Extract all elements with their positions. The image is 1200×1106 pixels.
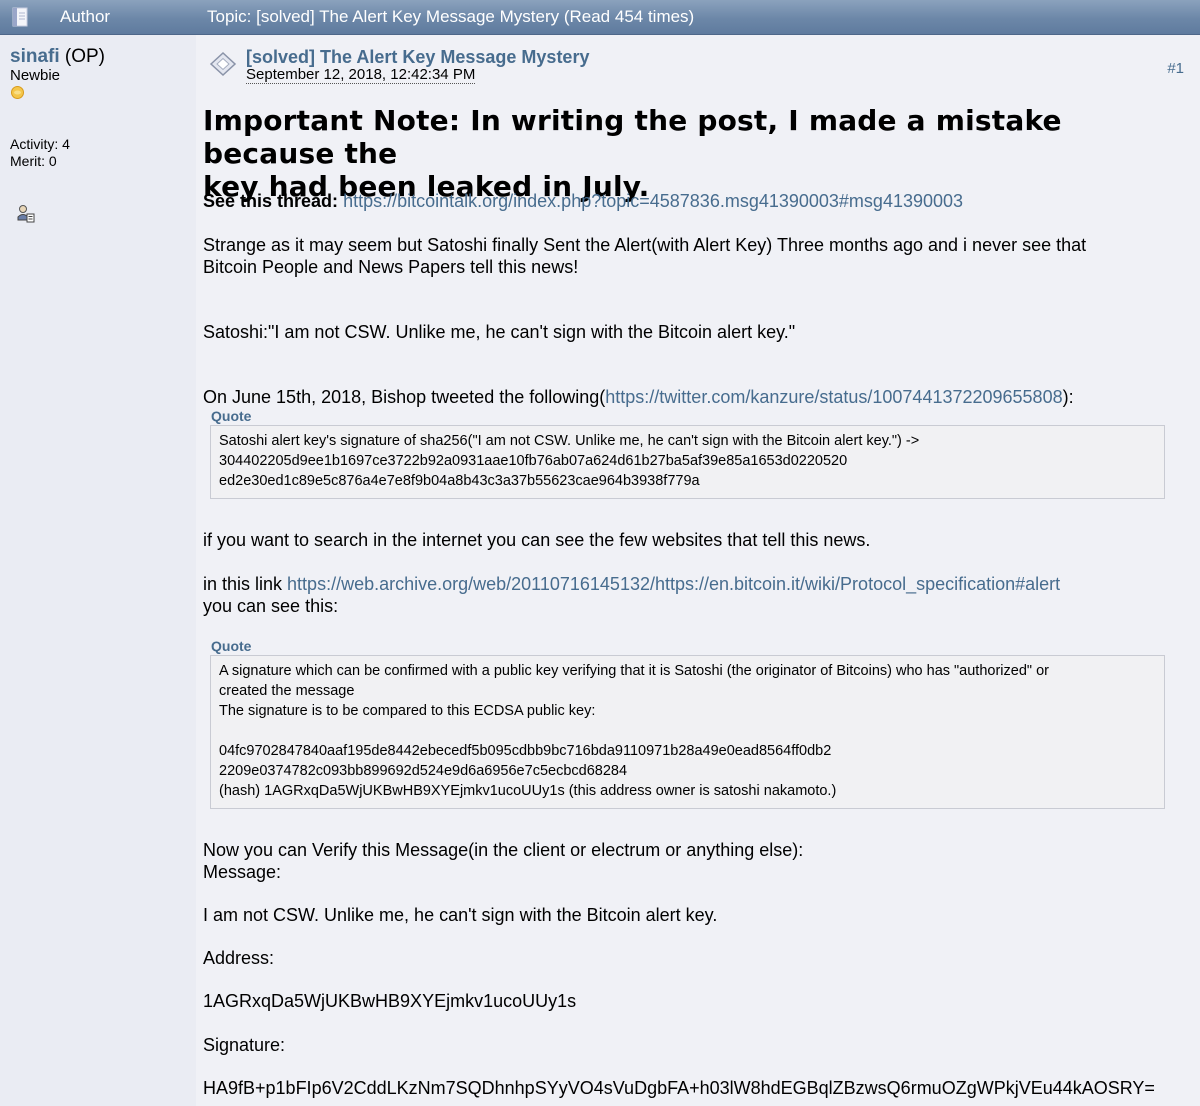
search-paragraph: if you want to search in the internet yo… xyxy=(203,530,871,550)
twitter-link[interactable]: https://twitter.com/kanzure/status/10074… xyxy=(605,387,1062,407)
archive-link-line: in this link https://web.archive.org/web… xyxy=(203,573,1060,595)
link-prefix: in this link xyxy=(203,574,288,594)
view-profile-icon[interactable] xyxy=(16,204,36,224)
bishop-tweet-line: On June 15th, 2018, Bishop tweeted the f… xyxy=(203,386,1074,408)
post-subject-link[interactable]: [solved] The Alert Key Message Mystery xyxy=(246,47,589,68)
quote-line: 04fc9702847840aaf195de8442ebecedf5b095cd… xyxy=(219,743,832,759)
poster-merit: Merit: 0 xyxy=(10,153,57,169)
post-number-link[interactable]: #1 xyxy=(1167,60,1184,77)
see-thread-line: See this thread: https://bitcointalk.org… xyxy=(203,190,963,212)
quote-line: A signature which can be confirmed with … xyxy=(219,663,1049,679)
quote-line: 2209e0374782c093bb899692d524e9d6a6956e7c… xyxy=(219,763,628,779)
quote-box: A signature which can be confirmed with … xyxy=(210,655,1165,809)
bishop-prefix: On June 15th, 2018, Bishop tweeted the f… xyxy=(203,387,606,407)
author-column-label: Author xyxy=(60,7,111,26)
poster-name-line: sinafi (OP) xyxy=(10,46,105,68)
address-value: 1AGRxqDa5WjUKBwHB9XYEjmkv1ucoUUy1s xyxy=(203,991,577,1011)
post-message-icon xyxy=(209,51,237,77)
rank-coin-icon xyxy=(11,86,24,99)
important-note-heading: Important Note: In writing the post, I m… xyxy=(203,104,1193,203)
poster-info: sinafi (OP) Newbie Activity: 4 Merit: 0 xyxy=(0,35,196,1106)
archive-link[interactable]: https://web.archive.org/web/201107161451… xyxy=(287,574,1060,594)
quote-line: ed2e30ed1c89e5c876a4e7e8f9b04a8b43c3a37b… xyxy=(219,473,700,489)
poster-name-link[interactable]: sinafi xyxy=(10,46,60,67)
important-note-line: Important Note: In writing the post, I m… xyxy=(203,104,1062,170)
see-thread-label: See this thread: xyxy=(203,191,339,211)
paragraph-line: Strange as it may seem but Satoshi final… xyxy=(203,235,1087,255)
quote-line: 304402205d9ee1b1697ce3722b92a0931aae10fb… xyxy=(219,453,848,469)
quote-header: Quote xyxy=(211,638,252,654)
thread-header-bar: Author Topic: [solved] The Alert Key Mes… xyxy=(0,0,1200,35)
forum-thread-page: Author Topic: [solved] The Alert Key Mes… xyxy=(0,0,1200,1106)
satoshi-statement: Satoshi:"I am not CSW. Unlike me, he can… xyxy=(203,322,796,342)
topic-document-icon xyxy=(12,7,28,27)
quote-header: Quote xyxy=(211,408,252,424)
quote-line: The signature is to be compared to this … xyxy=(219,703,596,719)
quote-line xyxy=(219,721,1156,741)
see-thread-link[interactable]: https://bitcointalk.org/index.php?topic=… xyxy=(343,191,963,211)
message-label: Message: xyxy=(203,862,282,882)
message-value: I am not CSW. Unlike me, he can't sign w… xyxy=(203,905,718,925)
bishop-suffix: ): xyxy=(1062,387,1074,407)
address-label: Address: xyxy=(203,948,275,968)
signature-label: Signature: xyxy=(203,1035,286,1055)
poster-rank: Newbie xyxy=(10,67,61,84)
poster-activity: Activity: 4 xyxy=(10,136,70,152)
quote-line: (hash) 1AGRxqDa5WjUKBwHB9XYEjmkv1ucoUUy1… xyxy=(219,783,837,799)
signature-value: HA9fB+p1bFIp6V2CddLKzNm7SQDhnhpSYyVO4sVu… xyxy=(203,1078,1155,1098)
quote-line: created the message xyxy=(219,683,355,699)
quote-line: Satoshi alert key's signature of sha256(… xyxy=(219,433,920,449)
op-tag: (OP) xyxy=(59,46,106,67)
see-this-line: you can see this: xyxy=(203,596,339,616)
quote-box: Satoshi alert key's signature of sha256(… xyxy=(210,425,1165,499)
topic-title: Topic: [solved] The Alert Key Message My… xyxy=(207,7,695,26)
paragraph-line: Bitcoin People and News Papers tell this… xyxy=(203,257,579,277)
verify-paragraph: Now you can Verify this Message(in the c… xyxy=(203,840,804,860)
post-body: [solved] The Alert Key Message Mystery S… xyxy=(196,35,1200,1106)
post-date: September 12, 2018, 12:42:34 PM xyxy=(246,66,476,84)
